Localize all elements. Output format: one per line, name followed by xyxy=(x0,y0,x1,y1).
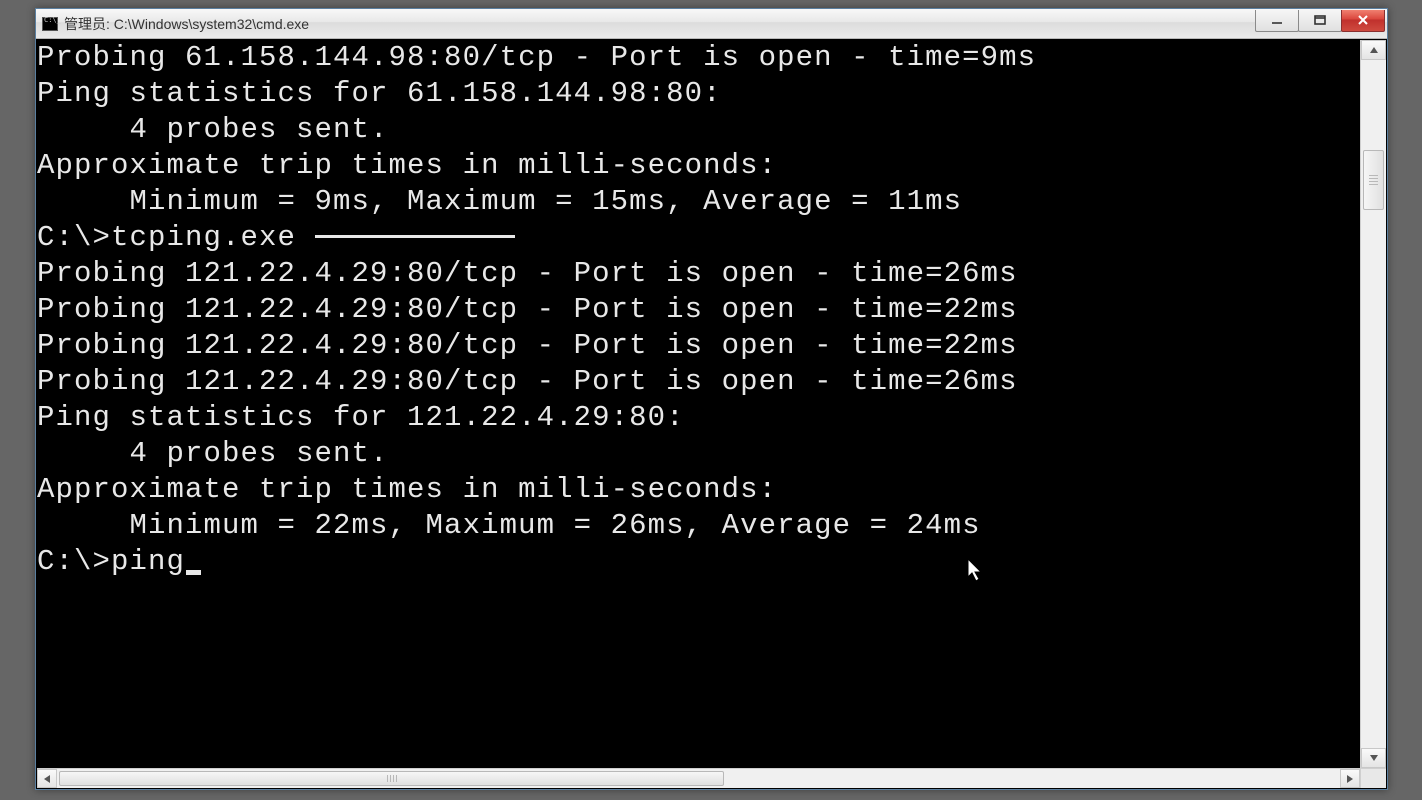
console-output[interactable]: Probing 61.158.144.98:80/tcp - Port is o… xyxy=(37,40,1360,768)
console-line: Probing 121.22.4.29:80/tcp - Port is ope… xyxy=(37,292,1360,328)
scroll-down-button[interactable] xyxy=(1361,748,1386,768)
chevron-right-icon xyxy=(1346,774,1354,784)
console-line: Probing 121.22.4.29:80/tcp - Port is ope… xyxy=(37,364,1360,400)
console-line: Probing 121.22.4.29:80/tcp - Port is ope… xyxy=(37,256,1360,292)
window-title: 管理员: C:\Windows\system32\cmd.exe xyxy=(64,14,309,34)
console-line: 4 probes sent. xyxy=(37,436,1360,472)
console-line: Ping statistics for 61.158.144.98:80: xyxy=(37,76,1360,112)
chevron-left-icon xyxy=(43,774,51,784)
cmd-window: 管理员: C:\Windows\system32\cmd.exe xyxy=(35,8,1388,790)
console-line: Ping statistics for 121.22.4.29:80: xyxy=(37,400,1360,436)
console-line: Probing 121.22.4.29:80/tcp - Port is ope… xyxy=(37,328,1360,364)
minimize-button[interactable] xyxy=(1255,10,1299,32)
maximize-icon xyxy=(1313,14,1327,26)
console-line: Minimum = 22ms, Maximum = 26ms, Average … xyxy=(37,508,1360,544)
scroll-left-button[interactable] xyxy=(37,769,57,788)
console-line: Probing 61.158.144.98:80/tcp - Port is o… xyxy=(37,40,1360,76)
vertical-scroll-thumb[interactable] xyxy=(1363,150,1384,210)
scroll-up-button[interactable] xyxy=(1361,40,1386,60)
scroll-right-button[interactable] xyxy=(1340,769,1360,788)
text-cursor xyxy=(186,570,201,575)
scrollbar-corner xyxy=(1360,768,1386,788)
cmd-icon xyxy=(42,17,58,31)
close-button[interactable] xyxy=(1341,10,1385,32)
console-line: Approximate trip times in milli-seconds: xyxy=(37,472,1360,508)
minimize-icon xyxy=(1270,14,1284,26)
client-area: Probing 61.158.144.98:80/tcp - Port is o… xyxy=(37,40,1386,788)
chevron-down-icon xyxy=(1369,754,1379,762)
console-line: Minimum = 9ms, Maximum = 15ms, Average =… xyxy=(37,184,1360,220)
titlebar[interactable]: 管理员: C:\Windows\system32\cmd.exe xyxy=(36,9,1387,39)
window-controls xyxy=(1256,10,1385,32)
console-line: C:\>ping xyxy=(37,544,1360,580)
console-line: C:\>tcping.exe xyxy=(37,220,1360,256)
console-line: 4 probes sent. xyxy=(37,112,1360,148)
horizontal-scroll-thumb[interactable] xyxy=(59,771,724,786)
close-icon xyxy=(1356,14,1370,26)
horizontal-scrollbar[interactable] xyxy=(37,768,1360,788)
vertical-scrollbar[interactable] xyxy=(1360,40,1386,768)
chevron-up-icon xyxy=(1369,46,1379,54)
redacted-text xyxy=(315,235,515,238)
console-line: Approximate trip times in milli-seconds: xyxy=(37,148,1360,184)
maximize-button[interactable] xyxy=(1298,10,1342,32)
